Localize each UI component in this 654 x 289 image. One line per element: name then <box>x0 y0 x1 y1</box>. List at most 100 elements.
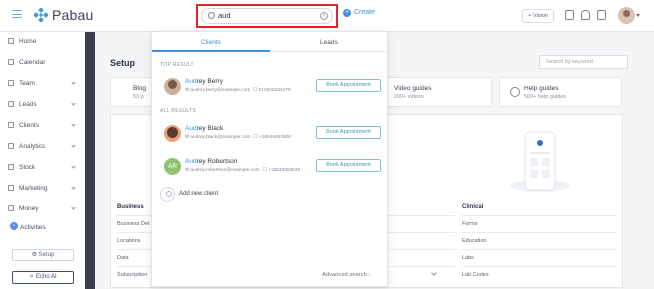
clinical-row[interactable]: Forms <box>462 221 478 227</box>
activities-icon: • <box>10 222 18 230</box>
analytics-icon <box>8 143 14 149</box>
chevron-down-icon[interactable] <box>71 122 76 127</box>
clients-icon <box>8 122 14 128</box>
top-result-label: TOP RESULT <box>160 62 194 68</box>
clinical-row[interactable]: Education <box>462 238 486 244</box>
chevron-down-icon[interactable] <box>71 185 76 190</box>
blog-title: Blog <box>133 85 147 92</box>
business-heading: Business <box>117 204 144 210</box>
book-appointment-button[interactable]: Book Appointment <box>316 79 381 92</box>
sidebar-item-team[interactable]: Team <box>8 80 35 87</box>
setup-label: Setup <box>38 252 55 258</box>
help-guides-title: Help guides <box>524 85 559 92</box>
video-guides-card[interactable]: Video guides 200+ videos <box>387 77 492 107</box>
result-name[interactable]: Audrey Berry <box>185 78 223 85</box>
video-guides-sub: 200+ videos <box>394 94 424 100</box>
business-row[interactable]: Data <box>117 255 129 261</box>
chevron-down-icon[interactable] <box>71 164 76 169</box>
add-user-icon[interactable] <box>160 187 175 202</box>
name-rest: rey Robertson <box>196 158 238 165</box>
sidebar-item-leads[interactable]: Leads <box>8 101 37 108</box>
sidebar-item-calendar[interactable]: Calendar <box>8 59 45 66</box>
advanced-search-link[interactable]: Advanced search › <box>322 272 370 278</box>
help-guides-card[interactable]: Help guides 500+ help guides <box>499 77 622 107</box>
blog-card[interactable]: Blog 53 p <box>110 77 152 107</box>
sidebar-item-label: Calendar <box>19 59 46 66</box>
sidebar-item-label: Money <box>19 205 39 212</box>
result-name[interactable]: Audrey Robertson <box>185 158 237 165</box>
avatar <box>164 125 181 142</box>
chevron-down-icon[interactable] <box>71 143 76 148</box>
clear-search-icon[interactable]: × <box>320 12 328 20</box>
result-contact: ✉ audrey.black@example.com ☐ +1604646390… <box>185 135 292 140</box>
sidebar-item-analytics[interactable]: Analytics <box>8 143 45 150</box>
phone-illustration <box>510 131 570 192</box>
sidebar-scrollbar[interactable] <box>85 32 95 289</box>
calendar-icon <box>8 59 14 65</box>
sidebar-item-clients[interactable]: Clients <box>8 122 39 129</box>
name-rest: rey Black <box>196 125 224 132</box>
bell-icon[interactable] <box>581 10 590 20</box>
echo-ai-button[interactable]: ✧ Echo AI <box>12 271 74 284</box>
setup-button[interactable]: ⚙ Setup <box>12 249 74 261</box>
inbox-icon[interactable] <box>597 10 606 20</box>
divider <box>117 232 151 233</box>
sidebar-item-stock[interactable]: Stock <box>8 164 35 171</box>
email-text: audrey.black@example.com <box>190 135 251 140</box>
team-icon <box>8 80 14 86</box>
add-new-client-link[interactable]: Add new client <box>179 191 218 197</box>
user-avatar[interactable] <box>618 7 635 24</box>
money-icon <box>8 205 14 211</box>
phone-text: +15533366535 <box>267 168 301 173</box>
stock-icon <box>8 164 14 170</box>
divider <box>462 215 616 216</box>
chevron-down-icon[interactable] <box>71 205 76 210</box>
create-button[interactable]: + Create <box>343 9 375 17</box>
business-row[interactable]: Business Det <box>117 221 149 227</box>
business-row[interactable]: Locations <box>117 238 141 244</box>
search-value: aud <box>218 11 231 20</box>
divider <box>389 215 455 216</box>
clinical-row[interactable]: Labs <box>462 255 474 261</box>
sidebar-item-money[interactable]: Money <box>8 205 39 212</box>
divider <box>462 266 616 267</box>
book-appointment-button[interactable]: Book Appointment <box>316 159 381 172</box>
business-row[interactable]: Subscription <box>117 272 147 278</box>
name-match: Aud <box>185 125 197 132</box>
calendar-icon[interactable] <box>565 10 574 20</box>
tab-clients[interactable]: Clients <box>201 39 221 46</box>
app-name: Pabau <box>52 7 94 23</box>
avatar-initials: AR <box>164 158 181 175</box>
sidebar-item-marketing[interactable]: Marketing <box>8 185 48 192</box>
global-search-input[interactable]: aud × <box>201 8 333 24</box>
divider <box>389 232 455 233</box>
sidebar-item-home[interactable]: Home <box>8 38 36 45</box>
help-guides-sub: 500+ help guides <box>524 94 567 100</box>
clinical-heading: Clinical <box>462 204 484 210</box>
all-results-label: ALL RESULTS <box>160 108 197 114</box>
sidebar-item-label: Analytics <box>19 143 46 150</box>
name-match: Aud <box>185 78 197 85</box>
sidebar-item-activities[interactable]: Activities <box>20 224 46 231</box>
marketing-icon <box>8 185 14 191</box>
name-match: Aud <box>185 158 197 165</box>
tab-leads[interactable]: Leads <box>320 39 338 46</box>
result-name[interactable]: Audrey Black <box>185 125 223 132</box>
vision-button[interactable]: + Vision <box>522 9 554 23</box>
result-contact: ✉ audrey.berry@example.com ☐ 01094633447… <box>185 88 291 93</box>
chevron-right-icon: › <box>368 272 371 278</box>
plus-icon: + <box>343 9 351 17</box>
chevron-down-icon[interactable] <box>636 14 640 17</box>
divider <box>462 249 616 250</box>
search-icon <box>208 12 215 19</box>
blog-sub: 53 p <box>133 94 144 100</box>
echo-ai-label: Echo AI <box>36 274 57 280</box>
page-title: Setup <box>110 58 136 68</box>
chevron-down-icon[interactable] <box>71 80 76 85</box>
clinical-row[interactable]: Lab Codes <box>462 272 489 278</box>
hamburger-menu-icon[interactable] <box>12 10 22 18</box>
chevron-down-icon[interactable] <box>71 101 76 106</box>
book-appointment-button[interactable]: Book Appointment <box>316 126 381 139</box>
keyword-search-input[interactable]: Search by keyword <box>539 55 628 69</box>
divider <box>117 266 151 267</box>
